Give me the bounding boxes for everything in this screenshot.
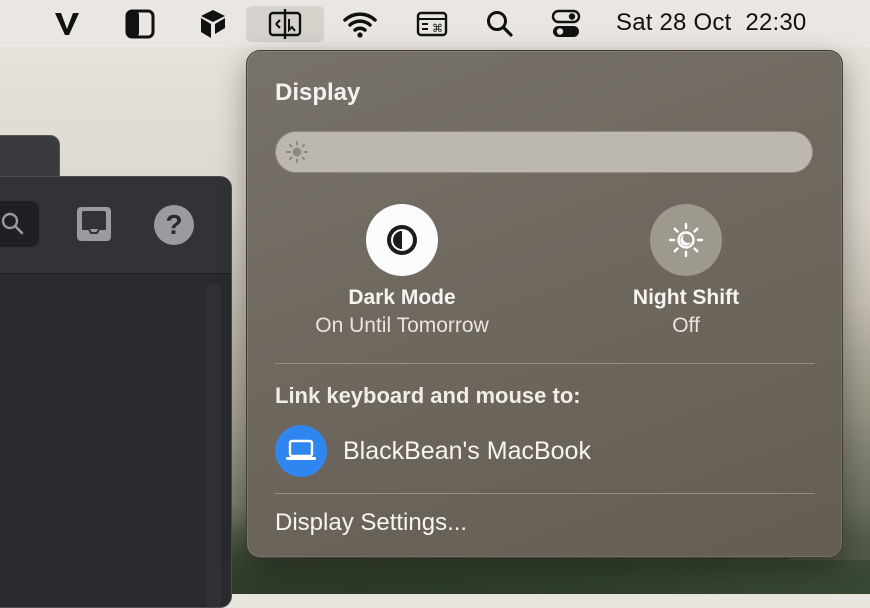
display-panel-title: Display bbox=[275, 79, 361, 106]
laptop-icon bbox=[275, 425, 327, 477]
dark-mode-button[interactable] bbox=[366, 204, 438, 276]
sun-icon bbox=[286, 141, 308, 163]
dark-mode-icon bbox=[387, 225, 417, 255]
device-name: BlackBean's MacBook bbox=[343, 436, 591, 465]
menu-bar-date: Sat 28 Oct bbox=[616, 9, 732, 36]
wifi-icon[interactable] bbox=[338, 6, 382, 42]
display-settings-link[interactable]: Display Settings... bbox=[275, 509, 467, 537]
svg-text:⌘: ⌘ bbox=[432, 22, 443, 35]
divider bbox=[275, 363, 815, 364]
sidebar-toggle-icon[interactable] bbox=[118, 6, 162, 42]
link-keyboard-mouse-label: Link keyboard and mouse to: bbox=[275, 383, 581, 408]
dark-mode-status: On Until Tomorrow bbox=[315, 314, 489, 337]
night-shift-button[interactable] bbox=[650, 204, 722, 276]
dark-mode-toggle[interactable]: Dark Mode On Until Tomorrow bbox=[282, 204, 522, 338]
display-icon[interactable] bbox=[246, 6, 324, 42]
night-shift-status: Off bbox=[672, 314, 700, 337]
menu-bar: ⌘ Sat 28 Oct 22:30 bbox=[0, 0, 870, 47]
device-row[interactable]: BlackBean's MacBook bbox=[275, 425, 591, 477]
window-scrollbar[interactable] bbox=[207, 283, 221, 607]
menu-bar-time: 22:30 bbox=[745, 9, 807, 36]
app-window[interactable]: ? bbox=[0, 176, 232, 608]
window-toolbar: ? bbox=[0, 177, 231, 274]
help-icon[interactable]: ? bbox=[154, 205, 194, 245]
search-icon bbox=[1, 212, 24, 235]
night-shift-icon bbox=[668, 222, 704, 258]
night-shift-toggle[interactable]: Night Shift Off bbox=[566, 204, 806, 338]
vivaldi-icon[interactable] bbox=[45, 6, 89, 42]
dark-mode-title: Dark Mode bbox=[348, 286, 456, 309]
night-shift-title: Night Shift bbox=[632, 286, 740, 309]
display-popover: Display Dark Mode On Until Tomorrow Nigh… bbox=[246, 50, 843, 558]
inbox-icon[interactable] bbox=[75, 205, 113, 248]
app-cube-icon[interactable] bbox=[190, 6, 234, 42]
control-center-icon[interactable] bbox=[544, 6, 588, 42]
window-search-button[interactable] bbox=[0, 201, 39, 247]
spotlight-search-icon[interactable] bbox=[478, 6, 522, 42]
brightness-slider[interactable] bbox=[275, 131, 813, 173]
divider bbox=[275, 493, 815, 494]
menu-bar-clock[interactable]: Sat 28 Oct 22:30 bbox=[616, 8, 806, 38]
keyboard-shortcut-icon[interactable]: ⌘ bbox=[410, 6, 454, 42]
